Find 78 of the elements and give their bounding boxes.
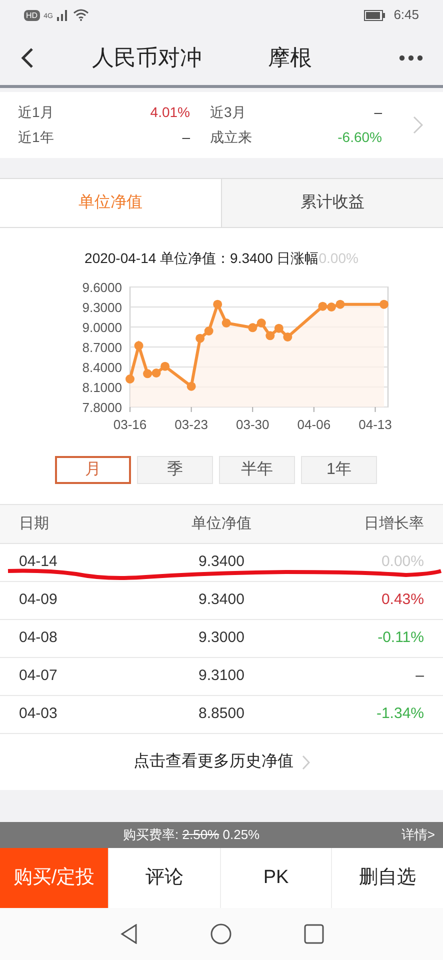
y-tick-label: 8.4000 [82, 360, 122, 375]
return-value: -6.60% [338, 128, 382, 147]
table-cell-text: 8.8500 [198, 704, 244, 724]
signal-icon [56, 10, 69, 20]
table-cell-text: -1.34% [376, 704, 424, 724]
data-point [256, 318, 266, 328]
return-label: 近1年 [18, 128, 54, 147]
table-cell-text: 04-03 [19, 704, 58, 724]
data-point [274, 324, 283, 333]
back-icon[interactable] [20, 46, 34, 68]
x-tick-label: 03-30 [236, 417, 269, 432]
table-cell-text: -0.11% [378, 628, 424, 648]
data-point [282, 332, 292, 342]
column-header: 日增长率 [364, 514, 424, 534]
data-point [212, 300, 222, 309]
y-tick-label: 9.0000 [82, 320, 122, 335]
table-cell-text: 04-08 [19, 628, 58, 648]
x-tick-label: 04-13 [358, 417, 392, 432]
column-header: 单位净值 [192, 514, 252, 534]
fee-text: 购买费率: 2.50% 0.25% [123, 826, 260, 844]
x-tick-label: 04-06 [296, 417, 330, 432]
chevron-right-icon [302, 754, 310, 770]
y-tick-label: 8.7000 [82, 340, 122, 355]
data-point [134, 341, 143, 350]
details-link[interactable]: 详情> [401, 825, 435, 845]
y-tick-label: 8.1000 [82, 380, 122, 395]
return-value: – [374, 103, 382, 122]
data-point [379, 300, 388, 309]
data-point [125, 374, 134, 384]
data-point [318, 302, 327, 311]
range-button[interactable]: 1年 [301, 456, 377, 484]
data-point [248, 323, 257, 332]
table-cell-text: – [416, 666, 424, 686]
battery-icon [364, 10, 386, 20]
recents-nav-icon[interactable] [304, 924, 324, 944]
data-point [160, 362, 170, 371]
title-marquee-right: 摩根 [268, 44, 312, 72]
data-point [195, 334, 204, 343]
return-label: 近1月 [18, 103, 54, 122]
title-marquee-left: 人民币对冲 [92, 44, 202, 72]
range-button[interactable]: 季 [137, 456, 213, 484]
data-point [221, 318, 230, 328]
data-point [142, 369, 152, 378]
y-tick-label: 9.6000 [82, 280, 122, 295]
home-nav-icon[interactable] [210, 923, 232, 945]
table-cell-text: 04-09 [19, 590, 58, 610]
back-nav-icon[interactable] [120, 924, 138, 944]
data-point [151, 368, 160, 378]
data-point [335, 300, 344, 309]
data-point [265, 331, 274, 340]
return-label: 近3月 [210, 103, 246, 122]
return-label: 成立来 [210, 128, 252, 147]
wifi-icon [72, 9, 89, 21]
x-tick-label: 03-16 [112, 417, 146, 432]
table-cell-text: 9.3000 [198, 628, 244, 648]
return-value: 4.01% [150, 103, 190, 122]
table-cell-text: 9.3400 [198, 552, 244, 572]
table-cell-text: 04-07 [19, 666, 58, 686]
data-point [186, 382, 196, 391]
table-cell-text: 9.3400 [198, 590, 244, 610]
data-point [204, 326, 213, 336]
more-icon[interactable] [399, 54, 423, 60]
tab[interactable]: 累计收益 [221, 179, 443, 227]
table-cell-text: 04-14 [19, 552, 58, 572]
y-tick-label: 9.3000 [82, 300, 122, 315]
x-tick-label: 03-23 [174, 417, 208, 432]
clock: 6:45 [394, 6, 419, 24]
range-button[interactable]: 月 [55, 456, 131, 484]
chart-caption: 2020-04-14 单位净值：9.3400 日涨幅 [84, 250, 319, 266]
range-button[interactable]: 半年 [219, 456, 295, 484]
table-cell-text: 0.43% [381, 590, 424, 610]
return-value: – [182, 128, 190, 147]
y-tick-label: 7.8000 [82, 400, 122, 415]
table-cell-text: 9.3100 [198, 666, 244, 686]
data-point [326, 302, 336, 312]
column-header: 日期 [19, 514, 49, 534]
more-history-link[interactable]: 点击查看更多历史净值 [134, 750, 294, 774]
hd-badge: HD [24, 10, 40, 20]
